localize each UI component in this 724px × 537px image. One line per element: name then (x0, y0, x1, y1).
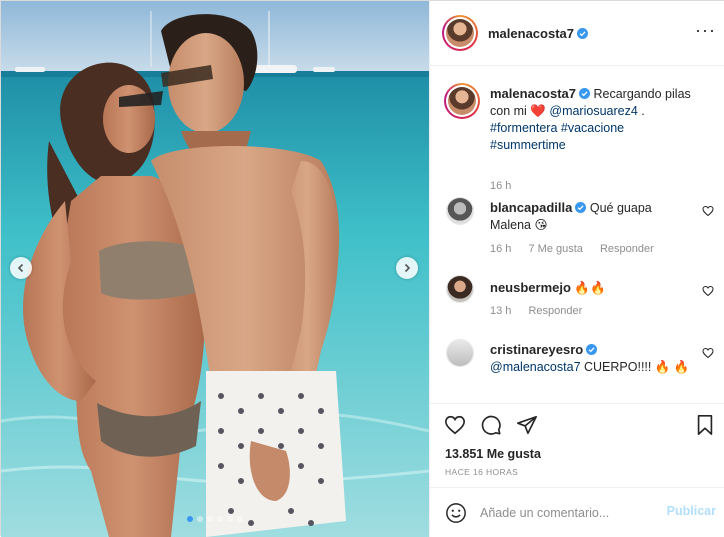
verified-badge-icon (577, 28, 588, 39)
hashtag-link[interactable]: #vacacione (561, 121, 624, 135)
hashtag-link[interactable]: #formentera (490, 121, 557, 135)
post-photo[interactable] (1, 1, 429, 537)
caption-tail: . (637, 104, 645, 118)
commenter-avatar[interactable] (446, 197, 474, 225)
heart-icon[interactable] (444, 414, 466, 436)
carousel-dot (187, 516, 193, 522)
verified-badge-icon (579, 88, 590, 99)
comment-time: 16 h (490, 243, 512, 255)
comment-text: cristinareyesro @malenacosta7 CUERPO!!!!… (490, 341, 695, 376)
post-timestamp: Hace 16 horas (445, 467, 519, 477)
comment-input[interactable] (480, 504, 660, 522)
previous-slide-button[interactable] (10, 257, 32, 279)
commenter-username[interactable]: neusbermejo (490, 280, 571, 295)
comment-likes[interactable]: 7 Me gusta (528, 243, 582, 255)
caption-time: 16 h (490, 180, 512, 192)
comment-text: neusbermejo 🔥🔥 (490, 279, 695, 297)
reply-button[interactable]: Responder (600, 243, 654, 255)
comment-meta: 13 h Responder (490, 305, 596, 317)
commenter-avatar[interactable] (446, 339, 474, 367)
comments-list: malenacosta7 Recargando pilas con mi ❤️ … (430, 67, 724, 403)
verified-badge-icon (575, 202, 587, 213)
more-options-icon[interactable]: ··· (695, 21, 716, 39)
carousel-dot (217, 516, 223, 522)
carousel-dot (237, 516, 243, 522)
comment-like-heart-icon[interactable] (702, 347, 714, 359)
beach-couple-photo (1, 1, 429, 537)
likes-number[interactable]: 13.851 (445, 447, 483, 461)
carousel-dot (207, 516, 213, 522)
comment-time: 13 h (490, 305, 512, 317)
caption-row: malenacosta7 Recargando pilas con mi ❤️ … (444, 83, 714, 192)
comment-row: neusbermejo 🔥🔥 13 h Responder (444, 275, 714, 325)
carousel-dot (197, 516, 203, 522)
chevron-right-icon (404, 263, 411, 273)
chevron-left-icon (17, 263, 24, 273)
commenter-username[interactable]: cristinareyesro (490, 342, 583, 357)
caption-author[interactable]: malenacosta7 (490, 86, 576, 101)
publish-button[interactable]: Publicar (667, 504, 716, 518)
author-username-text[interactable]: malenacosta7 (488, 26, 574, 41)
comment-row: blancapadilla Qué guapa Malena 😘 16 h 7 … (444, 197, 714, 257)
likes-label[interactable]: Me gusta (487, 447, 541, 461)
caption-author-avatar[interactable] (444, 83, 480, 119)
comment-body: 🔥🔥 (574, 281, 606, 295)
instagram-post: malenacosta7 ··· malenacosta7 Recargando… (0, 0, 724, 537)
smiley-icon[interactable] (445, 502, 467, 524)
reply-button[interactable]: Responder (528, 305, 582, 317)
next-slide-button[interactable] (396, 257, 418, 279)
hashtag-link[interactable]: #summertime (490, 138, 566, 152)
post-header: malenacosta7 ··· (430, 1, 724, 66)
carousel-indicator (1, 516, 429, 522)
paper-plane-icon[interactable] (516, 414, 538, 436)
comment-mention-link[interactable]: @malenacosta7 (490, 360, 581, 374)
comment-composer: Publicar (430, 487, 724, 537)
comment-like-heart-icon[interactable] (702, 205, 714, 217)
likes-count[interactable]: 13.851 Me gusta (445, 447, 541, 461)
carousel-dot (227, 516, 233, 522)
author-username[interactable]: malenacosta7 (488, 26, 588, 41)
comment-row: cristinareyesro @malenacosta7 CUERPO!!!!… (444, 339, 714, 394)
bookmark-icon[interactable] (694, 414, 716, 436)
comment-body: CUERPO!!!! 🔥 🔥 (580, 360, 690, 374)
caption-mention-link[interactable]: @mariosuarez4 (549, 104, 637, 118)
commenter-avatar[interactable] (446, 275, 474, 303)
commenter-username[interactable]: blancapadilla (490, 200, 572, 215)
post-side-panel: malenacosta7 ··· malenacosta7 Recargando… (429, 1, 724, 537)
comment-like-heart-icon[interactable] (702, 285, 714, 297)
verified-badge-icon (586, 344, 598, 355)
caption-text: malenacosta7 Recargando pilas con mi ❤️ … (490, 85, 695, 154)
caption-meta: 16 h (490, 180, 525, 192)
post-actions: 13.851 Me gusta Hace 16 horas (430, 403, 724, 487)
comment-text: blancapadilla Qué guapa Malena 😘 (490, 199, 695, 234)
author-avatar[interactable] (442, 15, 478, 51)
comment-icon[interactable] (480, 414, 502, 436)
heart-emoji: ❤️ (530, 104, 546, 118)
comment-meta: 16 h 7 Me gusta Responder (490, 243, 668, 255)
